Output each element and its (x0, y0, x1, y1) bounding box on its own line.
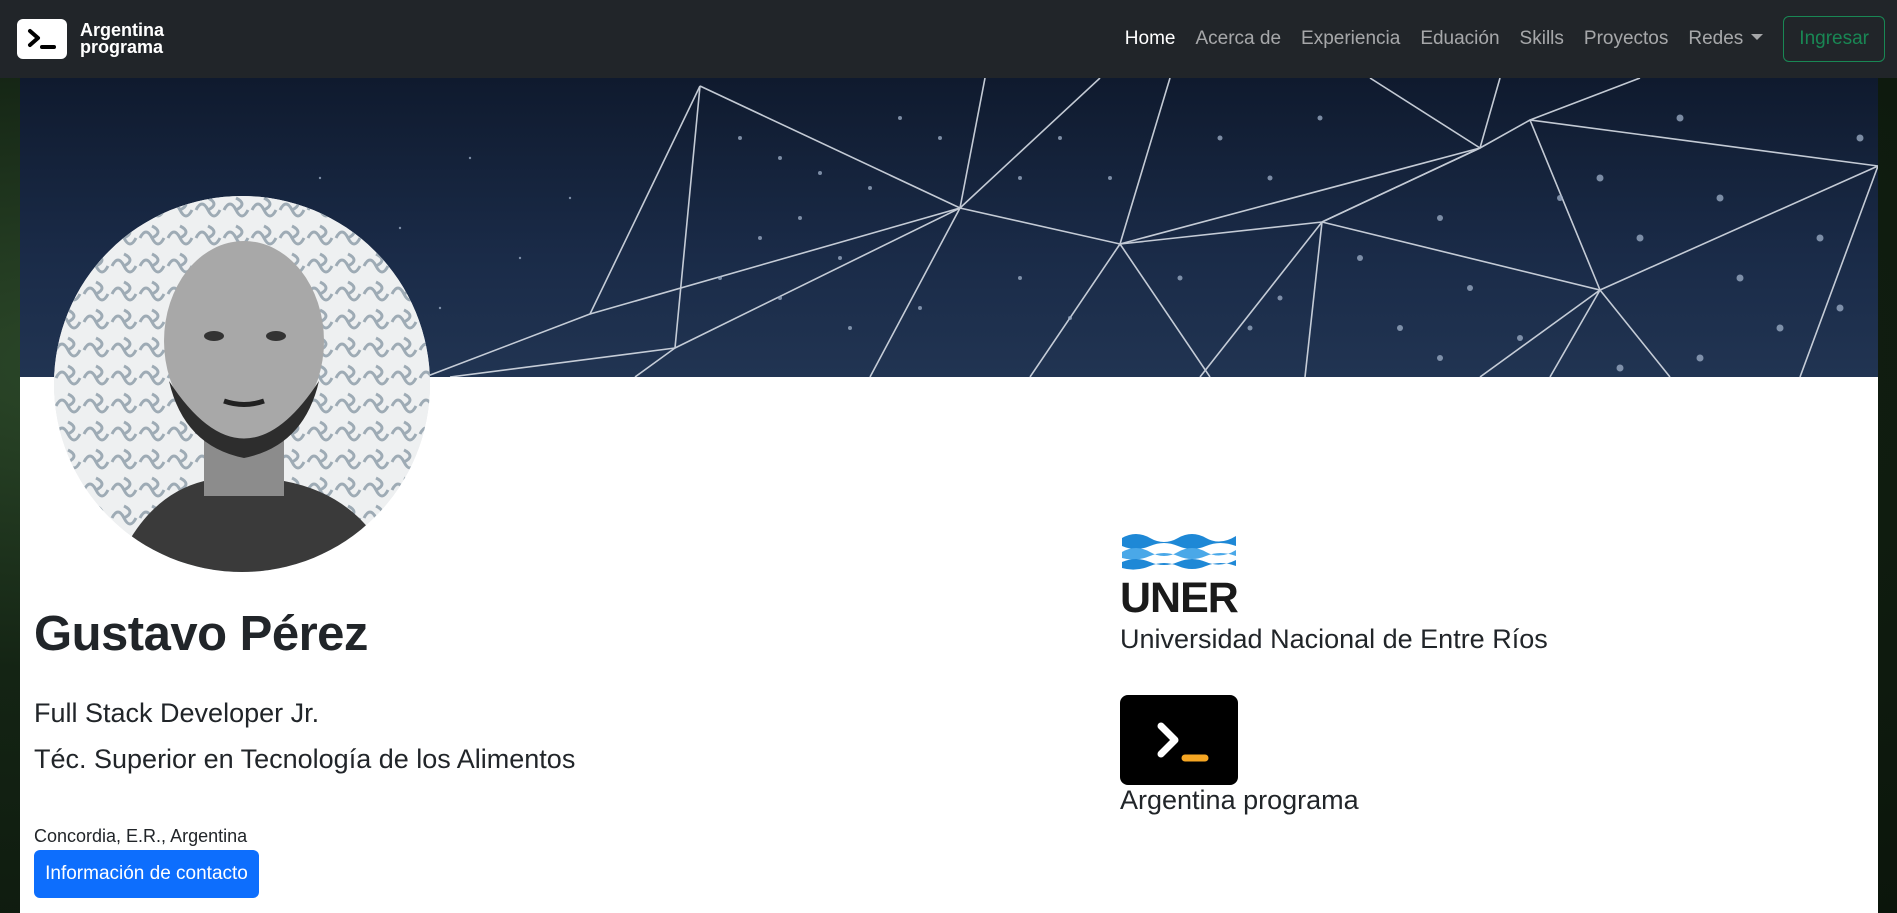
terminal-icon (17, 19, 67, 59)
nav-redes-label: Redes (1688, 28, 1744, 49)
education-name: Argentina programa (1120, 785, 1359, 815)
education-name: Universidad Nacional de Entre Ríos (1120, 624, 1548, 654)
profile-name: Gustavo Pérez (34, 607, 368, 661)
nav-skills[interactable]: Skills (1520, 28, 1564, 50)
nav-experiencia[interactable]: Experiencia (1301, 28, 1400, 50)
login-button[interactable]: Ingresar (1783, 16, 1885, 62)
uner-logo-text: UNER (1120, 574, 1239, 622)
chevron-down-icon (1751, 34, 1764, 40)
profile-card: Gustavo Pérez Full Stack Developer Jr. T… (20, 78, 1878, 913)
nav-proyectos[interactable]: Proyectos (1584, 28, 1668, 50)
nav-home[interactable]: Home (1125, 28, 1176, 50)
contact-info-button[interactable]: Información de contacto (34, 850, 259, 898)
nav-links: Home Acerca de Experiencia Eduación Skil… (1115, 0, 1897, 78)
profile-role: Full Stack Developer Jr. (34, 698, 320, 728)
brand[interactable]: Argentina programa (17, 19, 164, 59)
brand-text: Argentina programa (80, 21, 164, 57)
education-item-argentina-programa[interactable]: Argentina programa (1120, 695, 1720, 816)
education-item-uner[interactable]: UNER Universidad Nacional de Entre Ríos (1120, 528, 1720, 655)
profile-degree: Téc. Superior en Tecnología de los Alime… (34, 744, 576, 774)
brand-line2: programa (80, 37, 164, 57)
nav-educacion[interactable]: Eduación (1420, 28, 1499, 50)
waves-icon (1122, 534, 1236, 570)
profile-location: Concordia, E.R., Argentina (34, 826, 248, 846)
nav-acerca-de[interactable]: Acerca de (1195, 28, 1281, 50)
nav-redes-dropdown[interactable]: Redes (1688, 28, 1764, 50)
navbar: Argentina programa Home Acerca de Experi… (0, 0, 1897, 78)
avatar (54, 196, 430, 572)
terminal-icon (1120, 695, 1238, 785)
uner-logo: UNER (1120, 528, 1239, 622)
education-list: UNER Universidad Nacional de Entre Ríos … (1120, 528, 1720, 816)
